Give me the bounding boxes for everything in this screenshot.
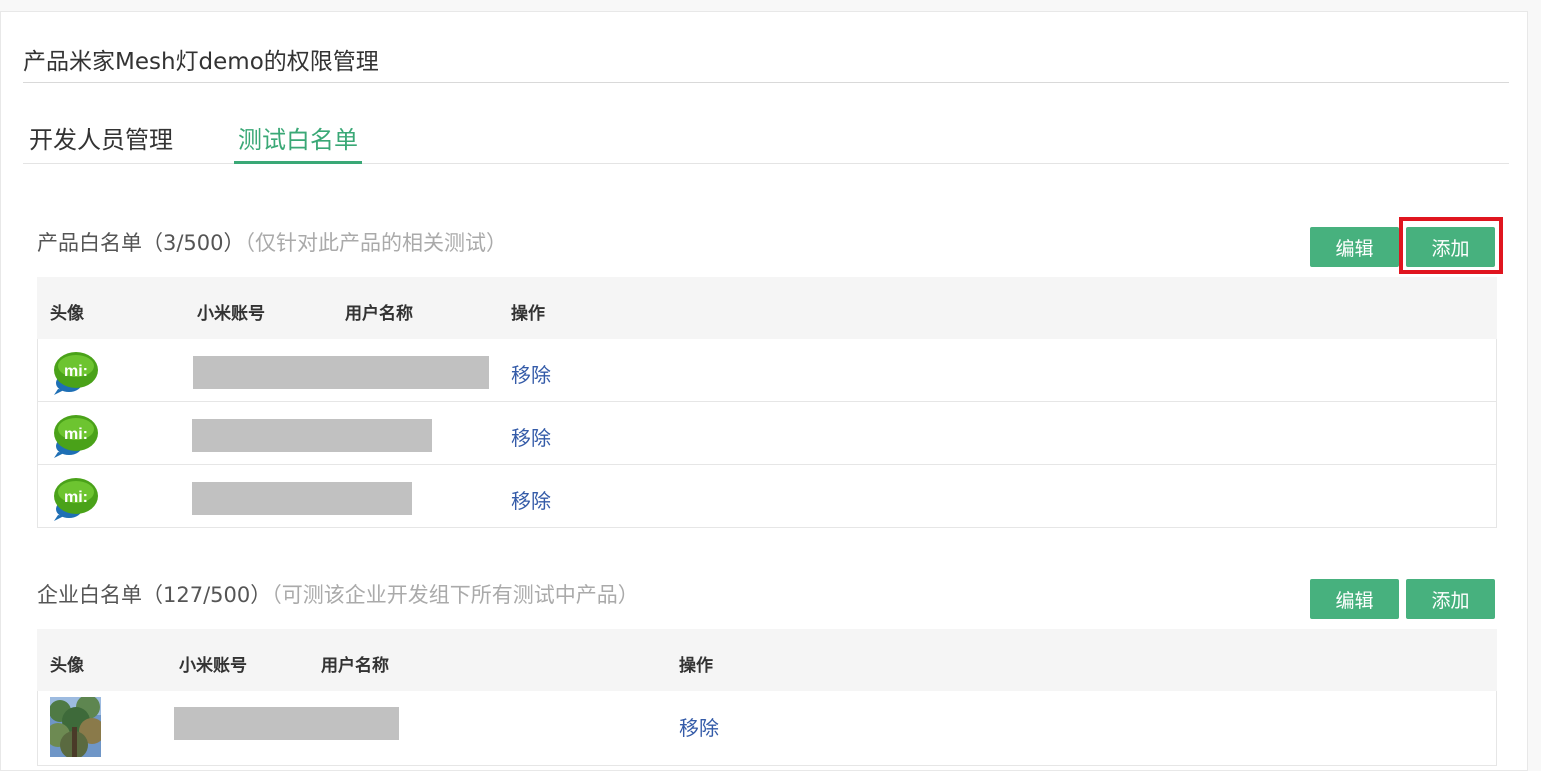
enterprise-add-button[interactable]: 添加: [1406, 579, 1495, 619]
tree-photo-avatar: [50, 697, 101, 757]
remove-link[interactable]: 移除: [511, 485, 551, 514]
column-action: 操作: [679, 656, 713, 676]
redacted-account: [192, 482, 412, 515]
remove-link[interactable]: 移除: [679, 712, 719, 741]
tab-bar: 开发人员管理 测试白名单: [23, 118, 1509, 164]
mi-chat-icon: mi:: [54, 352, 98, 395]
table-header: 头像 小米账号 用户名称 操作: [37, 629, 1497, 691]
enterprise-whitelist-title: 企业白名单（127/500）: [37, 583, 272, 607]
column-mi-account: 小米账号: [197, 304, 265, 324]
table-header: 头像 小米账号 用户名称 操作: [37, 277, 1497, 339]
table-row: mi: 移除: [37, 465, 1497, 528]
product-whitelist-note: （仅针对此产品的相关测试）: [244, 231, 508, 255]
column-action: 操作: [511, 304, 545, 324]
column-avatar: 头像: [50, 304, 84, 324]
enterprise-whitelist-table: 头像 小米账号 用户名称 操作 移除: [37, 629, 1497, 769]
product-whitelist-heading: 产品白名单（3/500）（仅针对此产品的相关测试）: [37, 227, 507, 257]
page-title: 产品米家Mesh灯demo的权限管理: [23, 49, 379, 75]
product-edit-button[interactable]: 编辑: [1310, 227, 1399, 267]
table-row: mi: 移除: [37, 339, 1497, 402]
svg-text:mi:: mi:: [64, 426, 88, 443]
mi-chat-icon: mi:: [54, 478, 98, 521]
permission-panel: 产品米家Mesh灯demo的权限管理 开发人员管理 测试白名单 产品白名单（3/…: [0, 11, 1528, 771]
title-divider: [23, 82, 1509, 83]
redacted-account: [193, 356, 489, 389]
enterprise-edit-button[interactable]: 编辑: [1310, 579, 1399, 619]
mi-chat-icon: mi:: [54, 415, 98, 458]
column-mi-account: 小米账号: [179, 656, 247, 676]
remove-link[interactable]: 移除: [511, 422, 551, 451]
svg-text:mi:: mi:: [64, 363, 88, 380]
remove-link[interactable]: 移除: [511, 359, 551, 388]
table-row: mi: 移除: [37, 402, 1497, 465]
table-row: 移除: [37, 691, 1497, 766]
enterprise-whitelist-note: （可测该企业开发组下所有测试中产品）: [271, 583, 639, 607]
tab-test-whitelist[interactable]: 测试白名单: [234, 118, 362, 164]
column-user-name: 用户名称: [321, 656, 389, 676]
tab-developer-management[interactable]: 开发人员管理: [29, 118, 173, 164]
column-user-name: 用户名称: [345, 304, 413, 324]
add-button-highlight: [1399, 217, 1503, 274]
redacted-account: [192, 419, 432, 452]
product-whitelist-title: 产品白名单（3/500）: [37, 231, 245, 255]
column-avatar: 头像: [50, 656, 84, 676]
product-whitelist-table: 头像 小米账号 用户名称 操作 mi: 移除 mi: 移除 mi: 移除: [37, 277, 1497, 530]
redacted-account: [174, 707, 399, 740]
svg-text:mi:: mi:: [64, 489, 88, 506]
enterprise-whitelist-heading: 企业白名单（127/500）（可测该企业开发组下所有测试中产品）: [37, 579, 639, 609]
